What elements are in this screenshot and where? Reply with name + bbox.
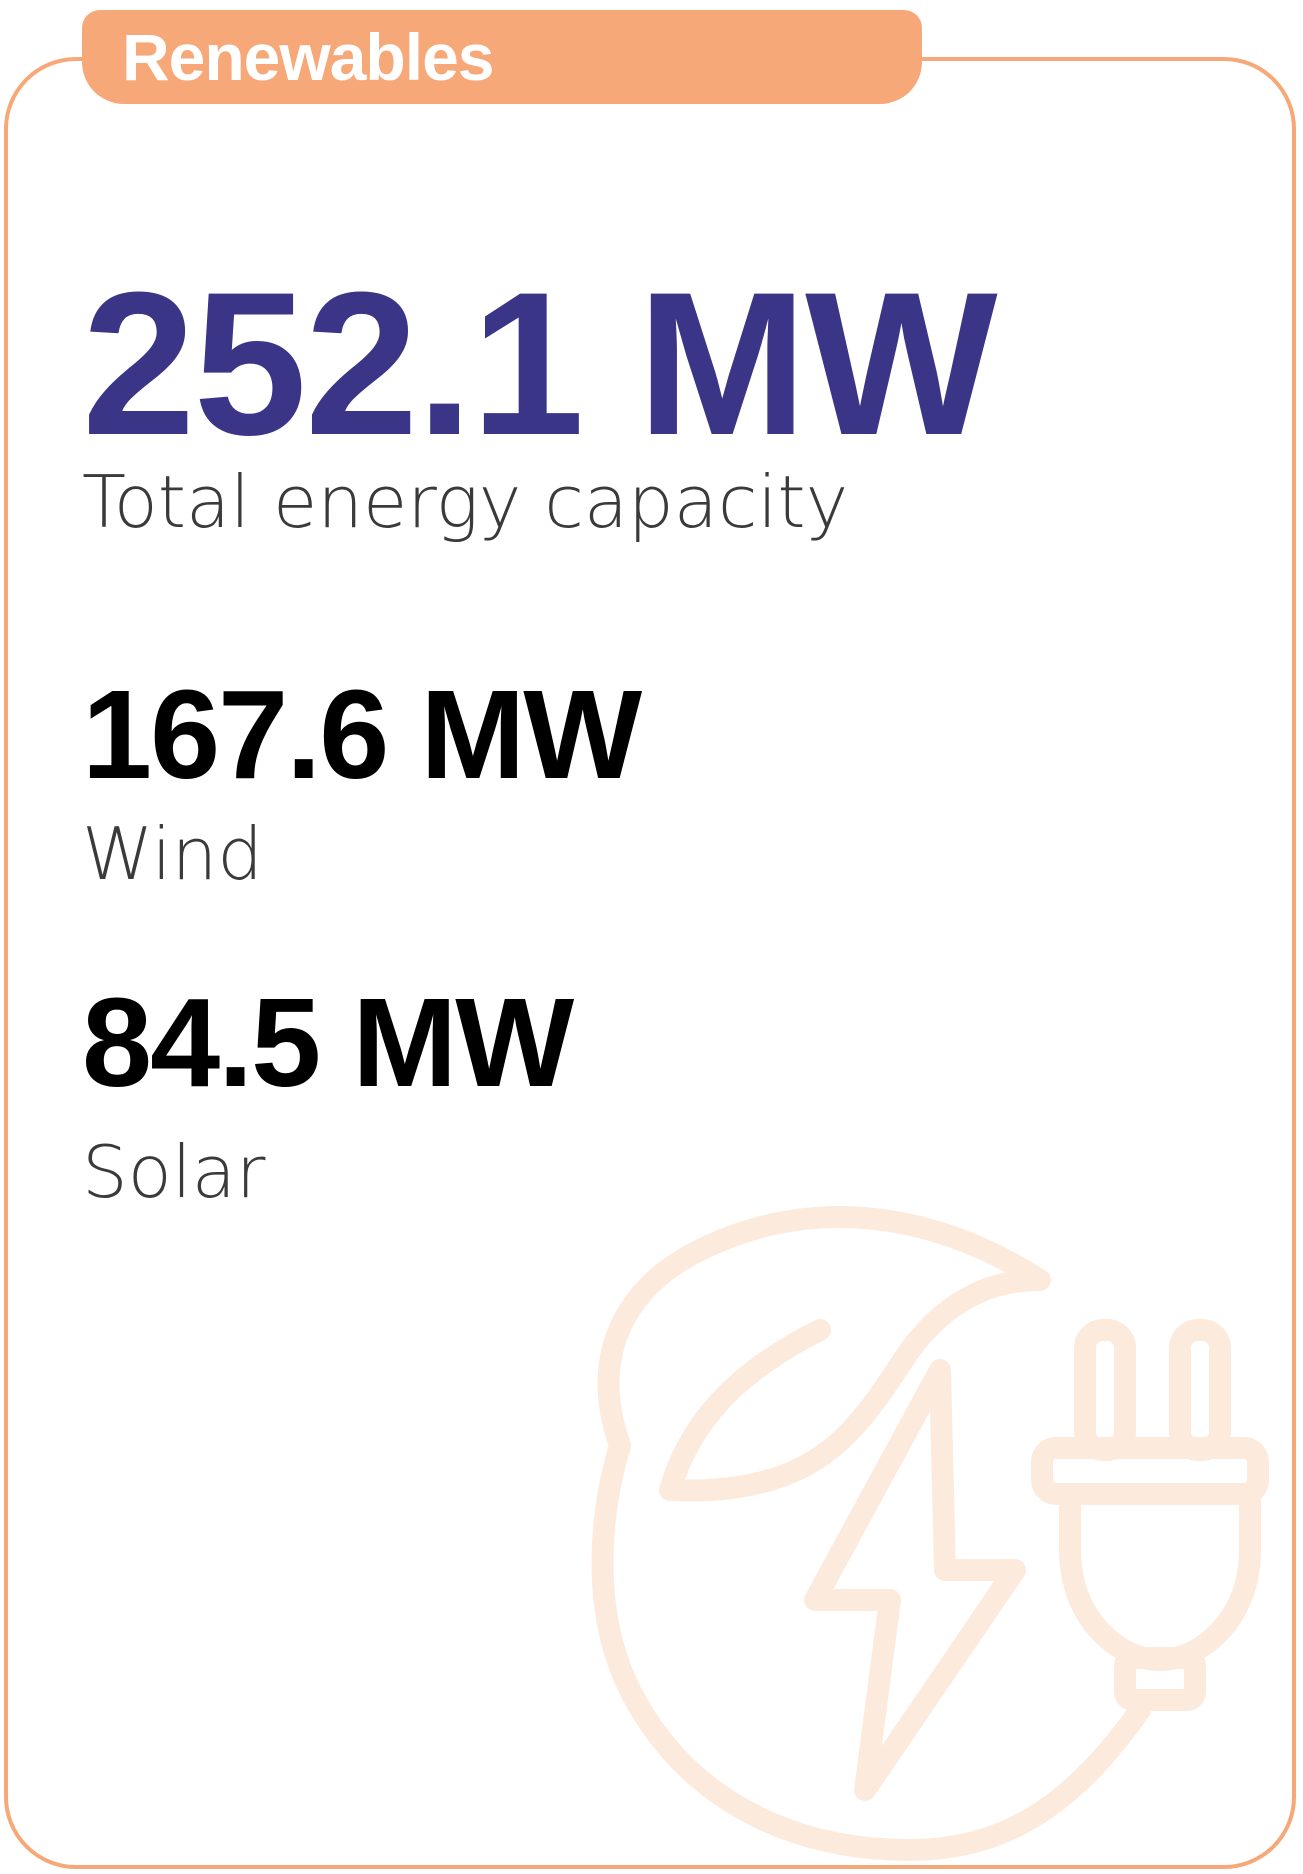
- solar-capacity-label: Solar: [82, 1130, 266, 1214]
- solar-capacity-value: 84.5 MW: [82, 972, 574, 1113]
- wind-capacity-label: Wind: [82, 812, 263, 896]
- renewable-energy-plug-icon: [591, 1206, 1269, 1861]
- total-capacity-value: 252.1 MW: [82, 250, 998, 478]
- category-tag-label: Renewables: [122, 20, 494, 94]
- category-tag: Renewables: [82, 10, 922, 104]
- total-capacity-label: Total energy capacity: [82, 460, 849, 544]
- wind-capacity-value: 167.6 MW: [82, 664, 642, 805]
